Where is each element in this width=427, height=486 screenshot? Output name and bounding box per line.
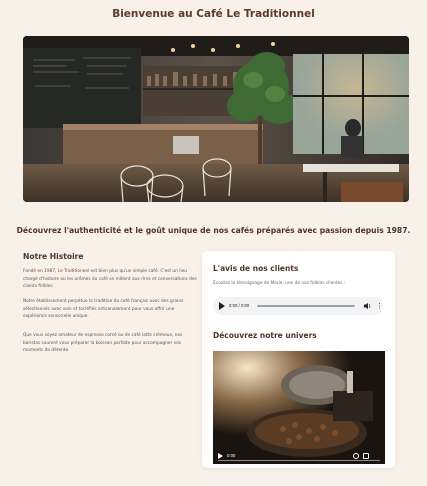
video-controls: 0:00 [213, 450, 385, 464]
testimonial-title: L'avis de nos clients [213, 264, 299, 273]
cafe-interior-photo [23, 36, 409, 202]
more-vert-icon[interactable]: ⋮ [376, 301, 383, 311]
audio-seek-bar[interactable] [257, 305, 355, 307]
fullscreen-icon[interactable] [363, 453, 369, 459]
audio-time: 0:00 / 0:00 [229, 303, 250, 308]
coffee-roaster-video-frame [213, 351, 385, 464]
play-icon[interactable] [218, 453, 223, 459]
volume-icon[interactable] [353, 453, 359, 459]
testimonial-subtitle: Écoutez le témoignage de Marie, une de n… [213, 281, 346, 286]
video-time: 0:00 [227, 453, 236, 458]
video-seek-bar[interactable] [218, 459, 380, 461]
tagline: Découvrez l'authenticité et le goût uniq… [16, 226, 411, 235]
story-title: Notre Histoire [23, 252, 84, 261]
media-card: L'avis de nos clients Écoutez le témoign… [202, 251, 395, 468]
audio-player[interactable]: 0:00 / 0:00 ⋮ [213, 297, 383, 315]
universe-title: Découvrez notre univers [213, 331, 317, 340]
page-title: Bienvenue au Café Le Traditionnel [112, 8, 315, 20]
story-paragraph-3: Que vous soyez amateur de espresso corsé… [23, 333, 183, 354]
video-player[interactable]: 0:00 [213, 351, 385, 464]
play-icon[interactable] [219, 302, 225, 310]
story-paragraph-1: Fondé en 1987, Le Traditionnel est bien … [23, 269, 197, 290]
volume-icon[interactable] [363, 301, 372, 311]
hero-cafe-image [23, 36, 409, 202]
story-paragraph-2: Notre établissement perpétue la traditio… [23, 299, 184, 320]
